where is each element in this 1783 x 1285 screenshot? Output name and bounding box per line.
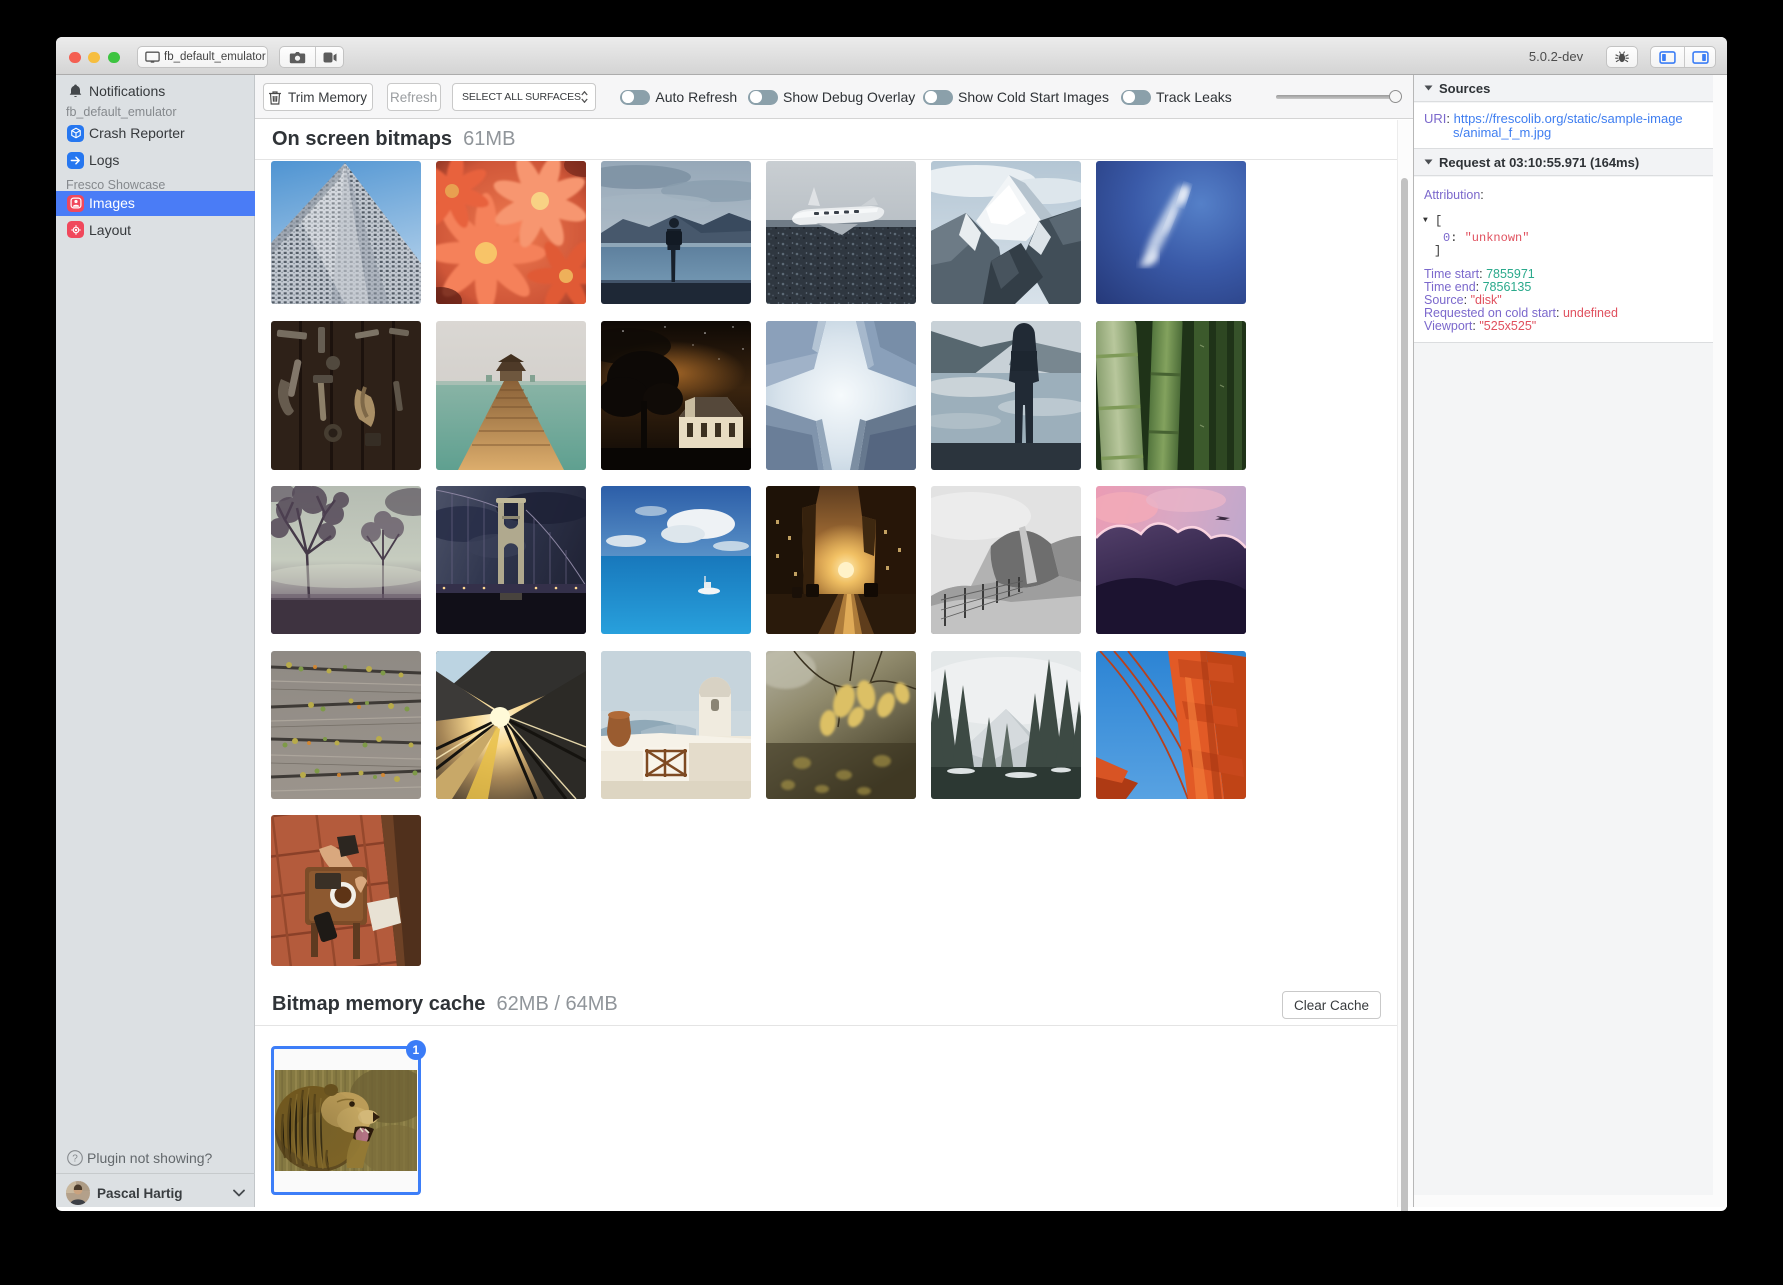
svg-text:?: ? (72, 1154, 78, 1165)
